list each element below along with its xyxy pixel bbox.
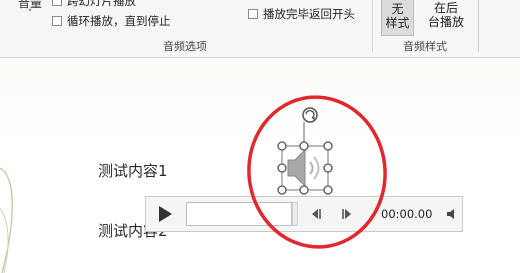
red-annotation-oval <box>247 95 387 249</box>
